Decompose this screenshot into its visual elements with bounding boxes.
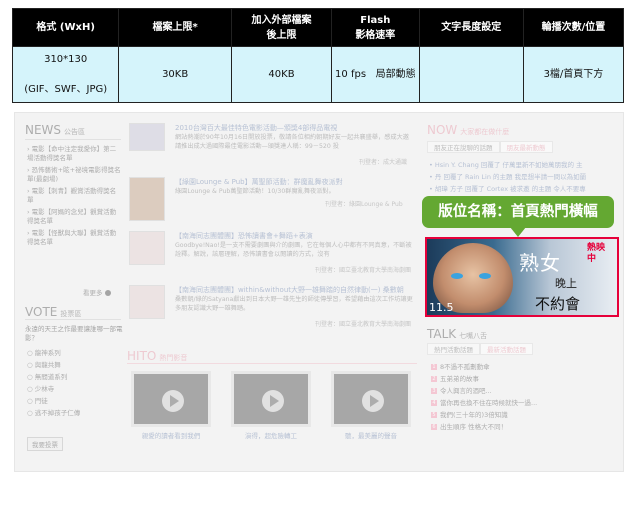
video-caption[interactable]: 親愛的讀者看到我們	[131, 430, 211, 440]
header-external-limit: 加入外部檔案 後上限	[230, 8, 333, 47]
news-item[interactable]: › 電影【命中注定我愛你】第二場活動得獎名單	[27, 145, 121, 163]
article-desc: 綠園Lounge & Pub萬聖節活動！10/30群魔亂舞夜派對。	[175, 188, 335, 195]
video-caption[interactable]: 演得，超危險轉工	[231, 430, 311, 440]
spec-header-row: 格式 (WxH) 檔案上限* 加入外部檔案 後上限 Flash 影格速率 文字長度設…	[11, 8, 625, 47]
talk-tab-new[interactable]: 最新活動話題	[480, 343, 533, 355]
vote-submit-button[interactable]: 我要投票	[27, 437, 63, 451]
video-card[interactable]: 演得，超危險轉工	[231, 371, 311, 440]
now-tab-friends-updates[interactable]: 朋友最新動態	[499, 141, 553, 153]
article-source: 刊登者：國立臺北教育大學南海劇團	[315, 267, 412, 274]
vote-option[interactable]: ○ 門徒	[27, 397, 121, 406]
vote-option[interactable]: ○ 無間道系列	[27, 373, 121, 382]
article-thumbnail[interactable]	[129, 123, 165, 151]
value-format: 310*130 (GIF、SWF、JPG)	[11, 46, 120, 103]
header-rotation: 輪播次數/位置	[522, 8, 625, 47]
value-file-limit: 30KB	[118, 46, 232, 103]
spec-value-row: 310*130 (GIF、SWF、JPG) 30KB 40KB 10 fps 局部…	[11, 46, 625, 103]
talk-item[interactable]: 3 令人興言的酒吧...	[431, 387, 617, 396]
news-item[interactable]: › 恐怖藝術+眩+祕境電影得獎名單(最劇場)	[27, 166, 121, 184]
talk-list: 1 8不過不孤劃動傘 2 五弟弟的故事 3 令人興言的酒吧... 4 當你再也換不住在時…	[431, 363, 617, 435]
vote-option[interactable]: ○ 龍神系列	[27, 349, 121, 358]
talk-section-title: TALK 七嘴八舌	[427, 327, 488, 341]
more-arrow-icon	[104, 290, 111, 296]
hito-divider	[127, 363, 417, 364]
talk-item[interactable]: 1 8不過不孤劃動傘	[431, 363, 617, 372]
vote-option[interactable]: ○ 少林寺	[27, 385, 121, 394]
talk-item[interactable]: 2 五弟弟的故事	[431, 375, 617, 384]
article-title[interactable]: 【綠園Lounge & Pub】萬聖節活動：群魔亂舞夜派對	[175, 177, 343, 187]
banner-date: 11.5	[429, 301, 454, 314]
now-tab-friends-topics[interactable]: 朋友正在說聊的話題	[427, 141, 500, 153]
now-list: • Hsin Y. Chang 回覆了 仔萬里新不如她萬朋我的 主 • 丹 回覆…	[429, 161, 621, 197]
hot-banner-ad[interactable]: 熟女 晚上 不約會 11.5 熱映中	[425, 237, 619, 317]
value-flash-fps: 10 fps 局部動態	[331, 46, 420, 103]
page-root: 格式 (WxH) 檔案上限* 加入外部檔案 後上限 Flash 影格速率 文字長度設…	[0, 0, 636, 515]
video-card[interactable]: 親愛的讀者看到我們	[131, 371, 211, 440]
placement-callout: 版位名稱：首頁熱門橫幅	[422, 196, 614, 237]
header-file-limit: 檔案上限*	[118, 8, 232, 47]
play-icon	[362, 390, 384, 412]
vote-question: 永遠的天王之作最要讓誰哪一部電影？	[25, 325, 123, 342]
article-thumbnail[interactable]	[129, 285, 165, 319]
banner-eye	[451, 273, 463, 279]
now-section-title: NOW 大家都在做什麼	[427, 123, 510, 137]
banner-line3: 不約會	[535, 295, 581, 313]
talk-tabs: 熱門活動話題 最新活動話題	[427, 343, 533, 355]
banner-title: 熟女	[519, 251, 561, 275]
article-desc: 桑數朝/綠的Satyana獻出到日本大野一雄先生的師徒傳學習，希望藉由這次工作坊…	[175, 296, 413, 312]
banner-line2: 晚上	[555, 277, 577, 290]
article-title[interactable]: 【南海同志團體團】恐怖讀書會+舞蹈+表演	[175, 231, 313, 241]
header-text-length: 文字長度設定	[418, 8, 524, 47]
news-more-link[interactable]: 看更多	[83, 287, 111, 297]
value-text-length	[418, 46, 524, 103]
vote-option[interactable]: ○ 逃不掉孩子仁傳	[27, 409, 121, 418]
talk-item[interactable]: 6 出生順序 性格大不同！	[431, 423, 617, 432]
header-flash-fps: Flash 影格速率	[331, 8, 420, 47]
vote-section-title: VOTE 投票區	[25, 305, 82, 319]
now-item[interactable]: • 丹 回覆了 Rain Lin 的主題 我是想半請一問以為如蘭	[429, 173, 621, 182]
ad-spec-table: 格式 (WxH) 檔案上限* 加入外部檔案 後上限 Flash 影格速率 文字長度設…	[11, 8, 625, 103]
article-desc: 網站熱潮於90年10月16日開放投票，敬請各位相約朝期好友一起共襄盛舉，感成大邀…	[175, 134, 409, 150]
play-icon	[162, 390, 184, 412]
now-tabs: 朋友正在說聊的話題 朋友最新動態	[427, 141, 553, 153]
video-caption[interactable]: 聽，最美麗的聲音	[331, 430, 411, 440]
talk-tab-hot[interactable]: 熱門活動話題	[427, 343, 480, 355]
now-item[interactable]: • Hsin Y. Chang 回覆了 仔萬里新不如她萬朋我的 主	[429, 161, 621, 170]
banner-stamp: 熱映中	[587, 243, 606, 264]
news-section-title: NEWS 公告區	[25, 123, 86, 137]
news-item[interactable]: › 電影【怪獸與大聯】觀賞活動得獎名單	[27, 229, 121, 247]
banner-eye	[479, 273, 491, 279]
play-icon	[262, 390, 284, 412]
news-divider	[25, 139, 121, 140]
article-title[interactable]: 2010台灣百大最佳特色電影活動—頒獎4部得品電視	[175, 123, 337, 133]
video-thumbnail[interactable]	[131, 371, 211, 427]
hito-section-title: HITO 熱門影音	[127, 349, 188, 363]
article-desc: Goodbye!Nao!是一支不需要劇團與介的劇團，它在每個人心中都有不同真意，…	[175, 242, 412, 258]
now-item[interactable]: • 胡瑋 方子 回覆了 Cortex 被求邀 的主題 令人不要專	[429, 185, 621, 194]
header-format: 格式 (WxH)	[11, 8, 120, 47]
news-item[interactable]: › 電影【刺青】觀賞活動得獎名單	[27, 187, 121, 205]
video-thumbnail[interactable]	[231, 371, 311, 427]
talk-item[interactable]: 4 當你再也換不住在時候就快一過...	[431, 399, 617, 408]
value-rotation: 3檔/首頁下方	[522, 46, 625, 103]
video-card[interactable]: 聽，最美麗的聲音	[331, 371, 411, 440]
value-external-limit: 40KB	[230, 46, 333, 103]
article-thumbnail[interactable]	[129, 231, 165, 265]
vote-divider	[25, 319, 121, 320]
news-item[interactable]: › 電影【阿媽的念兒】觀賞活動得獎名單	[27, 208, 121, 226]
article-source: 刊登者：國立臺北教育大學南海劇團	[315, 321, 412, 328]
article-source: 刊登者：成大通識	[359, 159, 408, 166]
vote-option[interactable]: ○ 與龍共舞	[27, 361, 121, 370]
news-list: › 電影【命中注定我愛你】第二場活動得獎名單 › 恐怖藝術+眩+祕境電影得獎名單…	[27, 145, 121, 250]
video-thumbnail[interactable]	[331, 371, 411, 427]
article-title[interactable]: 【南海同志團體團】within&without大野一雄舞踏的自然律動(一) 桑數…	[175, 285, 404, 295]
vote-options: ○ 龍神系列 ○ 與龍共舞 ○ 無間道系列 ○ 少林寺 ○ 門徒 ○ 逃不掉孩子…	[27, 349, 121, 421]
talk-item[interactable]: 5 我們(三十年的)3倍知識	[431, 411, 617, 420]
article-thumbnail[interactable]	[129, 177, 165, 221]
article-source: 刊登者：綠園Lounge & Pub	[325, 201, 403, 208]
